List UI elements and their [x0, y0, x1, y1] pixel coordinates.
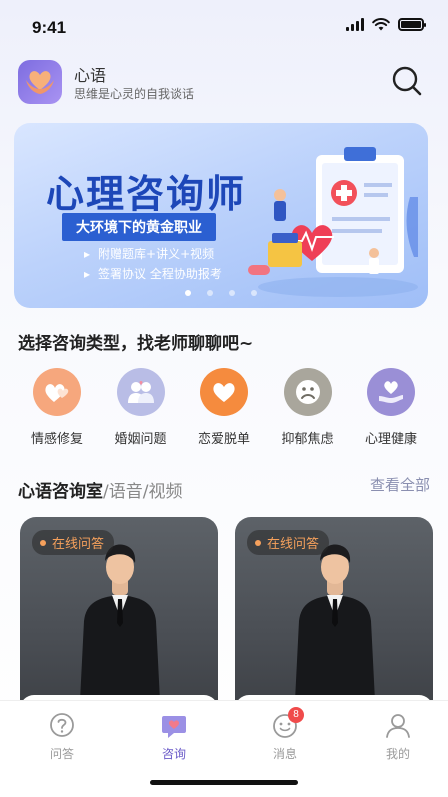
status-icons: [346, 18, 426, 31]
tab-label: 咨询: [161, 747, 186, 761]
banner-title: 心理咨询师: [46, 172, 247, 216]
category-mental-health[interactable]: 心理健康: [350, 368, 432, 447]
hearts-icon: [33, 368, 81, 416]
section-title-main: 心语咨询室: [18, 482, 103, 502]
app-slogan: 思维是心灵的自我谈话: [74, 87, 195, 101]
category-label: 恋爱脱单: [197, 432, 250, 447]
tab-label: 问答: [49, 747, 74, 761]
category-label: 心理健康: [364, 432, 417, 447]
counselor-photo: [80, 544, 160, 701]
home-indicator: [150, 780, 298, 785]
counselor-card[interactable]: 在线问答: [235, 517, 433, 717]
sad-face-icon: [283, 368, 332, 416]
tab-label: 消息: [272, 747, 297, 761]
heart-hand-icon: [367, 368, 415, 416]
app-name: 心语: [74, 66, 107, 85]
category-marriage[interactable]: 婚姻问题: [100, 368, 182, 447]
counselor-card[interactable]: 在线问答: [20, 517, 218, 717]
question-icon: [50, 713, 74, 737]
banner-bullet: 附赠题库+讲义+视频: [84, 245, 214, 262]
search-icon: [392, 66, 422, 96]
heart-chat-icon: [162, 716, 186, 738]
carousel-dots: [14, 290, 428, 296]
section-prompt: 选择咨询类型，找老师聊聊吧~: [18, 334, 254, 354]
category-list: 情感修复 婚姻问题 恋爱脱单 抑郁焦虑 心理健康: [16, 368, 432, 447]
carousel-dot[interactable]: [207, 290, 213, 296]
category-emotion-repair[interactable]: 情感修复: [16, 368, 98, 447]
section-title-sub: /语音/视频: [103, 482, 183, 502]
online-badge-label: 在线问答: [52, 537, 105, 552]
status-time: 9:41: [32, 18, 67, 37]
category-depression-anxiety[interactable]: 抑郁焦虑: [267, 368, 349, 447]
unread-badge: 8: [288, 707, 304, 723]
tab-profile[interactable]: 我的: [363, 711, 433, 762]
battery-icon: [398, 18, 426, 31]
status-bar: 9:41: [0, 0, 448, 50]
category-label: 抑郁焦虑: [281, 432, 334, 447]
online-badge: 在线问答: [247, 530, 330, 555]
view-all-link[interactable]: 查看全部: [370, 474, 430, 495]
heart-hands-logo: [18, 60, 62, 104]
heart-icon: [200, 368, 248, 416]
couple-icon: [116, 368, 165, 416]
tab-qa[interactable]: 问答: [27, 711, 97, 762]
clipboard-illustration: [248, 147, 418, 297]
message-icon: 8: [270, 707, 304, 741]
section-title: 心语咨询室/语音/视频: [18, 477, 182, 502]
app-screen: 9:41 心语 思维是心灵的自我谈话 心理咨询师 大环境下的黄金职业 ▸ 附赠题…: [0, 0, 448, 797]
signal-icon: [346, 18, 364, 31]
carousel-dot[interactable]: [251, 290, 257, 296]
carousel-dot[interactable]: [229, 290, 235, 296]
counselor-photo: [295, 544, 375, 701]
tab-label: 我的: [385, 747, 410, 761]
tab-messages[interactable]: 8 消息: [250, 707, 320, 762]
banner-bullet: 签署协议 全程协助报考: [84, 265, 222, 282]
category-dating[interactable]: 恋爱脱单: [183, 368, 265, 447]
category-label: 婚姻问题: [114, 432, 167, 447]
category-label: 情感修复: [30, 432, 83, 447]
banner-subtitle: 大环境下的黄金职业: [62, 213, 216, 241]
wifi-icon: [372, 18, 390, 31]
carousel-dot[interactable]: [185, 290, 191, 296]
app-header: 心语 思维是心灵的自我谈话: [18, 58, 430, 108]
tab-consult[interactable]: 咨询: [139, 711, 209, 762]
online-badge-label: 在线问答: [267, 537, 320, 552]
online-badge: 在线问答: [32, 530, 115, 555]
promo-banner[interactable]: 心理咨询师 大环境下的黄金职业 附赠题库+讲义+视频 签署协议 全程协助报考: [14, 123, 428, 308]
search-button[interactable]: [390, 64, 424, 98]
user-icon: [386, 714, 410, 738]
